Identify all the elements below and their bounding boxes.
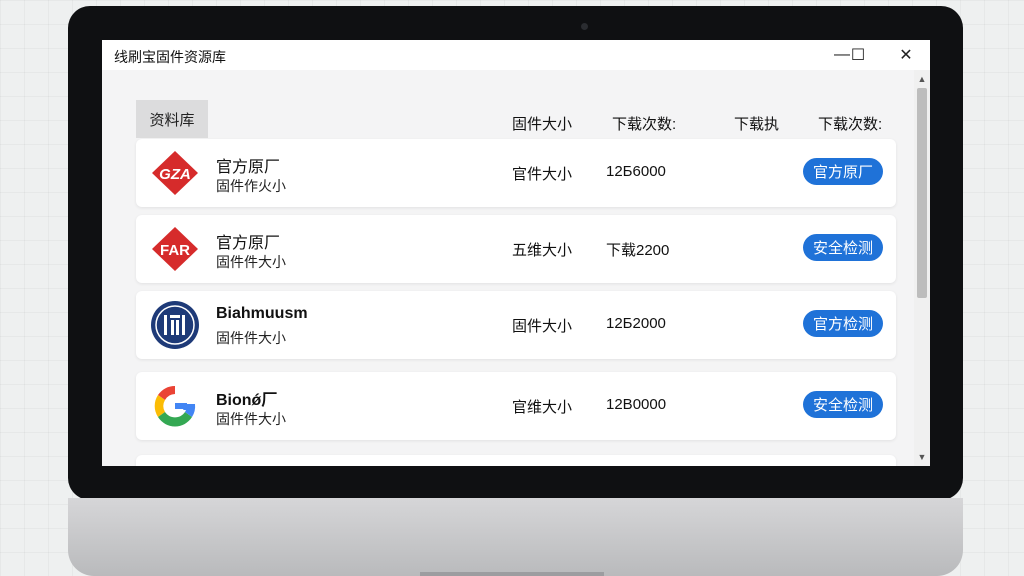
- orange-diamond-logo-icon: [150, 464, 200, 466]
- firmware-name: Biahmuusm: [216, 305, 308, 322]
- firmware-size: 五维大小: [512, 242, 573, 259]
- firmware-subtitle: 固件件大小: [216, 411, 286, 427]
- blue-circle-logo-icon: [151, 301, 199, 349]
- firmware-name: Bionǿ厂: [216, 392, 278, 409]
- app-window: 线刷宝固件资源库 — ☐ ✕ 资料库 固件大小 下载次数: 下载执 下载次数: …: [102, 40, 930, 466]
- action-button[interactable]: 安全检测: [803, 391, 883, 418]
- vertical-scrollbar[interactable]: ▲ ▼: [914, 70, 930, 466]
- table-row[interactable]: FAR 官方原厂 固件件大小 五维大小 下载2200 安全检测: [136, 215, 896, 283]
- firmware-name: 官方原厂: [216, 159, 281, 176]
- download-count: 12Б2000: [606, 315, 666, 332]
- table-row[interactable]: GZA 官方原厂 固件作火小 官件大小 12Б6000 官方原厂: [136, 139, 896, 207]
- firmware-size: 官维大小: [512, 399, 573, 416]
- monitor-chin: [68, 498, 963, 576]
- action-button[interactable]: 官方原厂: [803, 158, 883, 185]
- download-count: 下载2200: [606, 242, 670, 259]
- column-header-downloads: 下载次数:: [612, 116, 677, 133]
- firmware-subtitle: 固件件大小: [216, 330, 286, 346]
- table-row[interactable]: Biahmuusm 固件件大小 固件大小 12Б2000 官方检测: [136, 291, 896, 359]
- google-g-logo-icon: [154, 385, 196, 427]
- table-row[interactable]: [136, 455, 896, 466]
- red-diamond-logo-icon: GZA: [152, 151, 198, 195]
- action-button[interactable]: 官方检测: [803, 310, 883, 337]
- firmware-subtitle: 固件作火小: [216, 178, 286, 194]
- column-header-size: 固件大小: [512, 116, 573, 133]
- tab-library[interactable]: 资料库: [136, 100, 208, 138]
- monitor-stand: [420, 572, 604, 576]
- column-header-download-action: 下载执: [734, 116, 780, 133]
- logo-text: GZA: [159, 166, 191, 183]
- table-row[interactable]: Bionǿ厂 固件件大小 官维大小 12B0000 安全检测: [136, 372, 896, 440]
- title-bar: 线刷宝固件资源库 — ☐ ✕: [102, 40, 930, 70]
- webcam-dot: [581, 23, 588, 30]
- firmware-subtitle: 固件件大小: [216, 254, 286, 270]
- action-button[interactable]: 安全检测: [803, 234, 883, 261]
- maximize-button[interactable]: ☐: [843, 44, 873, 66]
- close-button[interactable]: ✕: [891, 44, 921, 66]
- firmware-size: 固件大小: [512, 318, 573, 335]
- firmware-list-panel: 资料库 固件大小 下载次数: 下载执 下载次数: GZA 官方原厂 固件作火小 …: [102, 70, 914, 466]
- firmware-size: 官件大小: [512, 166, 573, 183]
- download-count: 12Б6000: [606, 163, 666, 180]
- scroll-down-arrow-icon[interactable]: ▼: [914, 450, 930, 464]
- scroll-up-arrow-icon[interactable]: ▲: [914, 72, 930, 86]
- firmware-name: 官方原厂: [216, 235, 281, 252]
- logo-text: FAR: [160, 242, 190, 259]
- red-diamond-logo-icon: FAR: [152, 227, 198, 271]
- scroll-thumb[interactable]: [917, 88, 927, 298]
- download-count: 12B0000: [606, 396, 667, 413]
- column-header-downloads-2: 下载次数:: [818, 116, 883, 133]
- window-title: 线刷宝固件资源库: [114, 49, 226, 65]
